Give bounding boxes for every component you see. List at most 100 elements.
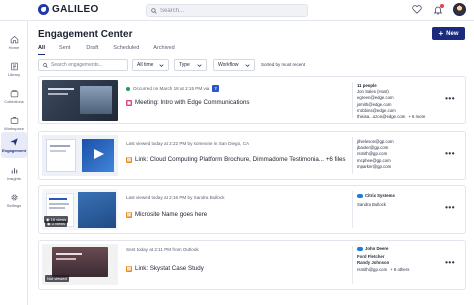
engagement-thumbnail [42, 135, 118, 176]
engagement-status: Last viewed today at 2:22 PM by someone … [126, 141, 249, 146]
tab-all[interactable]: All [38, 45, 46, 55]
engagement-participants: Citrix Systems Sandra Bullock [357, 193, 395, 208]
type-filter-dropdown[interactable]: Type [174, 59, 207, 71]
time-filter-dropdown[interactable]: All time [132, 59, 169, 71]
galileo-logo-icon [38, 4, 49, 15]
engagement-thumbnail: ◉ 3 views [42, 189, 118, 230]
app-name: GALILEO [52, 4, 99, 15]
engagement-card[interactable]: ◉ 3 views Last viewed today at 2:16 PM b… [38, 185, 466, 234]
view-count-badge: Not viewed [45, 275, 69, 282]
engagement-status: Sent today at 2:11 PM from Outlook [126, 247, 199, 252]
home-icon [10, 35, 18, 43]
sidebar-item-label: Settings [6, 202, 22, 208]
sidebar-item-label: Home [8, 44, 20, 50]
sidebar-item-library[interactable]: Library [1, 56, 27, 82]
tab-sent[interactable]: Sent [59, 45, 70, 55]
type-filter-value: Type [179, 62, 190, 68]
tab-scheduled[interactable]: Scheduled [113, 45, 139, 55]
new-engagement-button[interactable]: + New [432, 27, 465, 40]
company-name: Citrix Systems [365, 193, 395, 198]
tab-draft[interactable]: Draft [86, 45, 98, 55]
engagement-status-text: Last viewed today at 2:16 PM by Sandra B… [126, 195, 225, 200]
meeting-icon: ▦ [126, 99, 132, 106]
company-row: Citrix Systems [357, 193, 395, 199]
sidebar-item-label: Library [7, 71, 21, 77]
view-count: 16 views [50, 217, 67, 222]
participant: rsmith@gp.com [357, 266, 388, 272]
engagement-title-row[interactable]: ⛓ Microsite Name goes here [126, 211, 207, 218]
engagement-title[interactable]: Meeting: Intro with Edge Communications [135, 99, 250, 106]
tab-bar: All Sent Draft Scheduled Archived [38, 45, 175, 55]
sidebar-item-settings[interactable]: Settings [1, 187, 27, 213]
engagement-thumbnail: Not viewed [42, 244, 118, 285]
eye-icon: ◉ [46, 217, 50, 222]
workflow-filter-value: Workflow [218, 62, 239, 68]
collections-icon [10, 89, 18, 97]
sidebar-item-label: Insights [7, 175, 21, 181]
more-options-icon[interactable]: ••• [445, 94, 455, 103]
user-avatar[interactable] [453, 3, 466, 16]
card-divider [352, 137, 353, 174]
engagement-status-text: Occurred on March 18 at 2:15 PM via [133, 86, 210, 91]
favorites-heart-icon[interactable] [411, 4, 423, 16]
more-options-icon[interactable]: ••• [445, 203, 455, 212]
global-search-input[interactable] [160, 7, 300, 14]
engagement-status-text: Last viewed today at 2:22 PM by someone … [126, 141, 250, 146]
more-participants-link[interactable]: + 6 more [408, 114, 425, 120]
plus-icon: + [438, 28, 444, 38]
company-name: John Deere [365, 246, 389, 251]
sidebar-item-insights[interactable]: Insights [1, 160, 27, 186]
card-divider [352, 82, 353, 118]
more-options-icon[interactable]: ••• [445, 258, 455, 267]
engagement-card[interactable]: Occurred on March 18 at 2:15 PM via T ▦ … [38, 76, 466, 124]
engagement-icon [10, 138, 18, 146]
participant: thisisa...ozon@edge.com [357, 114, 406, 120]
engagement-status: Last viewed today at 2:16 PM by Sandra B… [126, 195, 225, 200]
time-filter-value: All time [137, 62, 154, 68]
engagement-card[interactable]: Not viewed Sent today at 2:11 PM from Ou… [38, 240, 466, 290]
sort-indicator[interactable]: Sorted by most recent [261, 62, 305, 67]
page-title: Engagement Center [38, 29, 133, 40]
card-divider [352, 191, 353, 228]
search-icon [43, 62, 48, 68]
engagement-title-row[interactable]: ⛓ Link: Cloud Computing Platform Brochur… [126, 156, 346, 163]
workflow-filter-dropdown[interactable]: Workflow [213, 59, 255, 71]
occurred-status-dot [126, 86, 130, 91]
engagement-participants: 11 people Jon Sales (Host) egreen@edge.c… [357, 83, 425, 120]
search-icon [151, 7, 157, 14]
more-options-icon[interactable]: ••• [445, 149, 455, 158]
engagement-participants: John Deere Ford Fletcher Randy Johnson r… [357, 246, 409, 273]
engagement-search[interactable] [38, 59, 128, 71]
sidebar-item-label: Engagement [1, 148, 26, 153]
link-icon: ⛓ [126, 211, 132, 218]
sidebar-item-label: Workspace [4, 125, 24, 131]
engagement-title[interactable]: Link: Cloud Computing Platform Brochure,… [135, 156, 346, 163]
engagement-title[interactable]: Link: Skystat Case Study [135, 265, 204, 272]
sidebar-item-label: Collections [4, 98, 24, 104]
engagement-card[interactable]: Last viewed today at 2:22 PM by someone … [38, 131, 466, 180]
global-search[interactable] [146, 4, 308, 17]
engagement-title[interactable]: Microsite Name goes here [135, 211, 207, 218]
engagement-title-row[interactable]: ▦ Meeting: Intro with Edge Communication… [126, 99, 250, 106]
engagement-title-row[interactable]: ⛓ Link: Skystat Case Study [126, 265, 204, 272]
participant: Sandra Bullock [357, 202, 386, 208]
sidebar: Home Library Collections Workspace Engag… [0, 21, 28, 305]
cloud-icon [357, 247, 363, 252]
notifications-bell-icon[interactable] [432, 3, 444, 16]
link-icon: ⛓ [126, 265, 132, 272]
engagement-search-input[interactable] [51, 62, 125, 68]
sidebar-item-collections[interactable]: Collections [1, 83, 27, 109]
sidebar-item-home[interactable]: Home [1, 29, 27, 55]
notification-dot [440, 3, 444, 8]
teams-meeting-icon: T [212, 85, 220, 92]
sidebar-item-engagement[interactable]: Engagement [1, 132, 27, 158]
chevron-down-icon [245, 63, 250, 67]
chevron-down-icon [159, 63, 164, 67]
tab-archived[interactable]: Archived [153, 45, 174, 55]
more-participants-link[interactable]: + 6 others [390, 267, 409, 273]
card-divider [352, 246, 353, 284]
gear-icon [10, 193, 18, 201]
top-bar: GALILEO [0, 0, 474, 21]
app-logo[interactable]: GALILEO [38, 4, 99, 15]
insights-icon [11, 167, 17, 173]
